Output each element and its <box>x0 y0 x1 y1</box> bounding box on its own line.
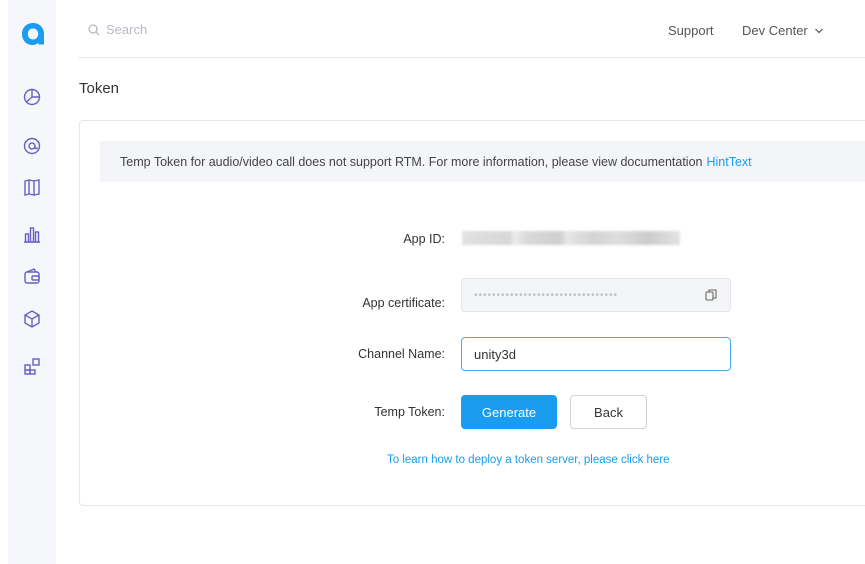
app-certificate-label: App certificate: <box>362 296 445 310</box>
wallet-icon[interactable] <box>21 265 43 287</box>
channel-name-input[interactable]: unity3d <box>461 337 731 371</box>
bar-chart-icon[interactable] <box>21 223 43 245</box>
app-id-label: App ID: <box>403 232 445 246</box>
pie-chart-icon[interactable] <box>21 86 43 108</box>
agora-logo-icon[interactable] <box>21 22 45 46</box>
rtm-notice: Temp Token for audio/video call does not… <box>100 141 865 182</box>
page-title: Token <box>79 80 120 97</box>
app-certificate-field: •••••••••••••••••••••••••••••••• <box>461 278 731 312</box>
hint-link[interactable]: HintText <box>706 155 751 169</box>
apps-icon[interactable] <box>21 355 43 377</box>
sidebar <box>8 0 56 564</box>
temp-token-label: Temp Token: <box>374 405 445 419</box>
channel-name-label: Channel Name: <box>358 347 445 361</box>
search-box[interactable]: Search <box>88 22 147 37</box>
copy-icon[interactable] <box>704 288 718 302</box>
chevron-down-icon <box>814 28 823 33</box>
search-icon <box>88 23 100 35</box>
package-icon[interactable] <box>21 308 43 330</box>
channel-name-value: unity3d <box>474 346 516 362</box>
generate-button[interactable]: Generate <box>461 395 557 429</box>
map-icon[interactable] <box>21 176 43 198</box>
at-sign-icon[interactable] <box>21 135 43 157</box>
topbar: Search Support Dev Center <box>78 0 865 58</box>
notice-text: Temp Token for audio/video call does not… <box>120 154 703 169</box>
app-certificate-value: •••••••••••••••••••••••••••••••• <box>474 289 619 301</box>
app-id-value-redacted <box>462 231 680 245</box>
search-placeholder: Search <box>106 22 148 37</box>
dev-center-menu[interactable]: Dev Center <box>742 23 824 38</box>
token-card: Temp Token for audio/video call does not… <box>79 120 865 506</box>
token-server-help-link[interactable]: To learn how to deploy a token server, p… <box>387 454 670 466</box>
support-link[interactable]: Support <box>668 23 714 38</box>
dev-center-label: Dev Center <box>742 23 808 38</box>
back-button[interactable]: Back <box>570 395 647 429</box>
